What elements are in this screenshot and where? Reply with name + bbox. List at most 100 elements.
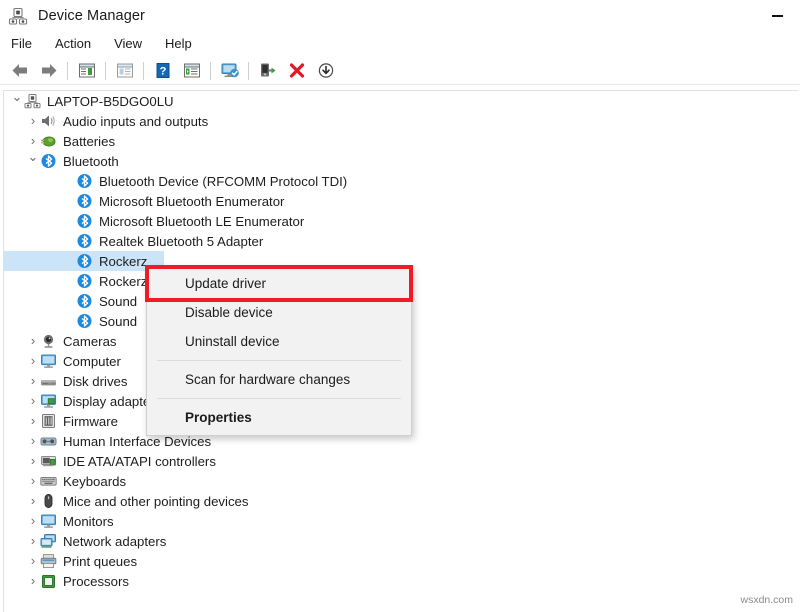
context-menu-item-scan-for-hardware-changes[interactable]: Scan for hardware changes: [147, 365, 411, 394]
tree-row-label: Bluetooth Device (RFCOMM Protocol TDI): [99, 174, 347, 189]
tree-row[interactable]: Keyboards: [4, 471, 798, 491]
tree-row[interactable]: Audio inputs and outputs: [4, 111, 798, 131]
help-icon[interactable]: ?: [148, 58, 177, 84]
toolbar-separator: [143, 62, 144, 80]
tree-row-label: Realtek Bluetooth 5 Adapter: [99, 234, 263, 249]
show-hide-console-tree-icon[interactable]: [72, 58, 101, 84]
tree-row[interactable]: Bluetooth Device (RFCOMM Protocol TDI): [4, 171, 798, 191]
show-hide-action-pane-icon[interactable]: [177, 58, 206, 84]
bluetooth-icon: [76, 213, 93, 229]
title-bar: Device Manager: [0, 0, 800, 32]
tree-row-label: Batteries: [63, 134, 115, 149]
tree-row-label: Microsoft Bluetooth LE Enumerator: [99, 214, 304, 229]
tree-row[interactable]: Print queues: [4, 551, 798, 571]
minimize-button[interactable]: [754, 0, 800, 32]
printer-icon: [40, 553, 57, 569]
tree-row[interactable]: Mice and other pointing devices: [4, 491, 798, 511]
camera-icon: [40, 333, 57, 349]
bluetooth-icon: [76, 253, 93, 269]
tree-row[interactable]: Bluetooth: [4, 151, 798, 171]
menu-help[interactable]: Help: [165, 33, 203, 55]
tree-row-label: Sound: [99, 314, 137, 329]
context-menu[interactable]: Update driverDisable deviceUninstall dev…: [146, 266, 412, 436]
tree-row-label: Microsoft Bluetooth Enumerator: [99, 194, 284, 209]
battery-icon: [40, 133, 57, 149]
window-controls: [754, 0, 800, 32]
update-driver-icon[interactable]: [253, 58, 282, 84]
window-title: Device Manager: [38, 8, 145, 24]
tree-row[interactable]: Microsoft Bluetooth Enumerator: [4, 191, 798, 211]
tree-row-label: IDE ATA/ATAPI controllers: [63, 454, 216, 469]
chevron-closed-icon[interactable]: [26, 111, 40, 132]
scan-for-hardware-changes-icon[interactable]: [215, 58, 244, 84]
properties-icon[interactable]: [110, 58, 139, 84]
chevron-closed-icon[interactable]: [26, 391, 40, 412]
chevron-closed-icon[interactable]: [26, 411, 40, 432]
forward-arrow-icon[interactable]: [34, 58, 63, 84]
tree-row-label: Print queues: [63, 554, 137, 569]
chevron-closed-icon[interactable]: [26, 531, 40, 552]
bluetooth-icon: [76, 273, 93, 289]
bluetooth-icon: [76, 233, 93, 249]
chevron-closed-icon[interactable]: [26, 331, 40, 352]
display-adapter-icon: [40, 393, 57, 409]
ide-controller-icon: [40, 453, 57, 469]
tree-row[interactable]: Realtek Bluetooth 5 Adapter: [4, 231, 798, 251]
context-menu-item-update-driver[interactable]: Update driver: [147, 269, 411, 298]
chevron-closed-icon[interactable]: [26, 431, 40, 452]
tree-row-label: Monitors: [63, 514, 114, 529]
tree-row-label: Disk drives: [63, 374, 127, 389]
watermark: wsxdn.com: [740, 594, 793, 606]
tree-row-label: Computer: [63, 354, 121, 369]
network-adapter-icon: [40, 533, 57, 549]
menu-bar: File Action View Help: [0, 32, 800, 56]
chevron-closed-icon[interactable]: [26, 351, 40, 372]
tree-row-label: Mice and other pointing devices: [63, 494, 248, 509]
bluetooth-icon: [76, 193, 93, 209]
tree-row[interactable]: Batteries: [4, 131, 798, 151]
menu-view[interactable]: View: [114, 33, 153, 55]
tree-row[interactable]: IDE ATA/ATAPI controllers: [4, 451, 798, 471]
context-menu-separator: [157, 398, 401, 399]
tree-row-label: Rockerz: [99, 274, 147, 289]
tree-row[interactable]: Microsoft Bluetooth LE Enumerator: [4, 211, 798, 231]
chevron-closed-icon[interactable]: [26, 451, 40, 472]
tree-row-label: Sound: [99, 294, 137, 309]
menu-action[interactable]: Action: [55, 33, 102, 55]
tree-row[interactable]: Network adapters: [4, 531, 798, 551]
menu-file[interactable]: File: [11, 33, 43, 55]
chevron-open-icon[interactable]: [26, 151, 40, 172]
mouse-icon: [40, 493, 57, 509]
chevron-open-icon[interactable]: [10, 91, 24, 112]
context-menu-item-disable-device[interactable]: Disable device: [147, 298, 411, 327]
chevron-closed-icon[interactable]: [26, 571, 40, 592]
context-menu-item-properties[interactable]: Properties: [147, 403, 411, 432]
uninstall-device-icon[interactable]: [282, 58, 311, 84]
bluetooth-icon: [76, 293, 93, 309]
back-arrow-icon[interactable]: [5, 58, 34, 84]
chevron-closed-icon[interactable]: [26, 371, 40, 392]
disable-device-icon[interactable]: [311, 58, 340, 84]
tree-row-label: Network adapters: [63, 534, 166, 549]
tree-row[interactable]: Monitors: [4, 511, 798, 531]
speaker-icon: [40, 113, 57, 129]
keyboard-icon: [40, 473, 57, 489]
toolbar-separator: [210, 62, 211, 80]
device-manager-icon: [8, 6, 28, 26]
context-menu-item-uninstall-device[interactable]: Uninstall device: [147, 327, 411, 356]
tree-row-label: Rockerz: [99, 254, 147, 269]
tree-row-label: Cameras: [63, 334, 117, 349]
chevron-closed-icon[interactable]: [26, 511, 40, 532]
chevron-closed-icon[interactable]: [26, 491, 40, 512]
bluetooth-icon: [76, 173, 93, 189]
tree-row[interactable]: Processors: [4, 571, 798, 591]
chevron-closed-icon[interactable]: [26, 551, 40, 572]
tree-row-label: Bluetooth: [63, 154, 119, 169]
context-menu-separator: [157, 360, 401, 361]
tree-row-label: Processors: [63, 574, 129, 589]
chevron-closed-icon[interactable]: [26, 471, 40, 492]
bluetooth-icon: [76, 313, 93, 329]
tree-row[interactable]: LAPTOP-B5DGO0LU: [4, 91, 798, 111]
svg-text:?: ?: [159, 65, 166, 77]
tree-row-label: Firmware: [63, 414, 118, 429]
